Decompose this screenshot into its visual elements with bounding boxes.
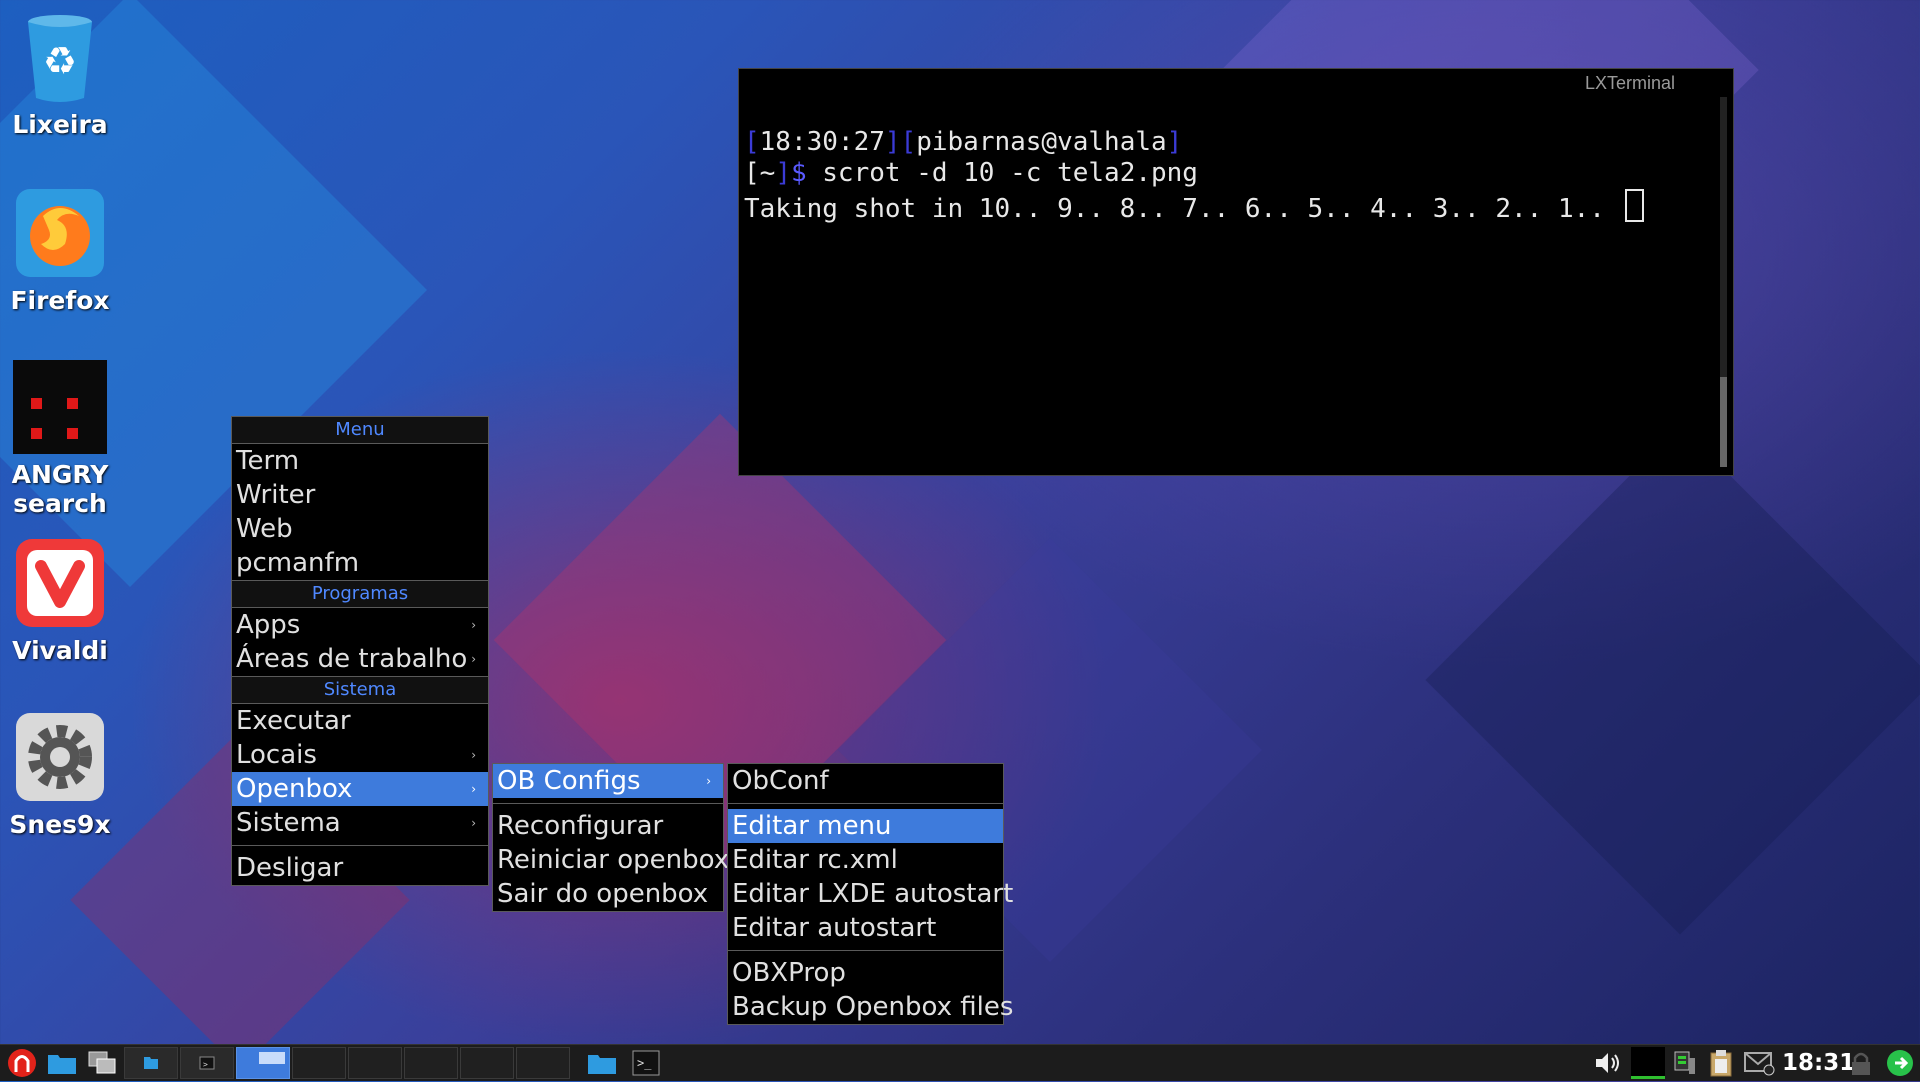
gear-icon	[13, 710, 107, 804]
workspace-5[interactable]	[348, 1047, 402, 1079]
vivaldi-icon	[13, 536, 107, 630]
folder-icon	[144, 1057, 158, 1069]
menu-item-backup-openbox[interactable]: Backup Openbox files	[728, 990, 1013, 1024]
workspace-3[interactable]	[236, 1047, 290, 1079]
prompt-symbol: $	[790, 158, 807, 188]
menu-item-writer[interactable]: Writer	[232, 478, 488, 512]
desktop-icon-label: Lixeira	[12, 110, 108, 139]
menu-item-openbox[interactable]: Openbox ›	[232, 772, 488, 806]
menu-separator	[493, 803, 723, 804]
prompt-user: pibarnas@valhala	[916, 127, 1167, 157]
workspace-8[interactable]	[516, 1047, 570, 1079]
workspace-2[interactable]: >	[180, 1047, 234, 1079]
terminal-cursor	[1624, 189, 1644, 222]
menu-item-workspaces[interactable]: Áreas de trabalho ›	[232, 642, 488, 676]
submenu-arrow-icon: ›	[706, 774, 711, 788]
task-terminal[interactable]: >_	[628, 1045, 664, 1081]
desktop-icon-vivaldi[interactable]: Vivaldi	[0, 536, 120, 665]
angrysearch-icon	[13, 360, 107, 454]
menu-separator	[728, 803, 1003, 804]
logout-icon[interactable]	[1884, 1045, 1916, 1081]
terminal-command: scrot -d 10 -c tela2.png	[806, 158, 1198, 188]
folder-icon	[588, 1055, 616, 1074]
menu-item-shutdown[interactable]: Desligar	[232, 851, 488, 885]
lock-icon[interactable]	[1846, 1045, 1876, 1081]
submenu-arrow-icon: ›	[471, 782, 476, 796]
clipboard-icon[interactable]	[1706, 1045, 1736, 1081]
menu-item-edit-lxde-autostart[interactable]: Editar LXDE autostart	[728, 877, 1013, 911]
submenu-arrow-icon: ›	[471, 652, 476, 666]
workspace-7[interactable]	[460, 1047, 514, 1079]
terminal-window[interactable]: LXTerminal [18:30:27][pibarnas@valhala] …	[738, 68, 1734, 476]
menu-item-restart-openbox[interactable]: Reiniciar openbox	[493, 843, 729, 877]
menu-item-apps[interactable]: Apps ›	[232, 608, 488, 642]
menu-separator	[232, 845, 488, 846]
menu-item-edit-rcxml[interactable]: Editar rc.xml	[728, 843, 1003, 877]
menu-item-reconfigure[interactable]: Reconfigurar	[493, 809, 723, 843]
desktop-icon-label: ANGRY search	[11, 460, 109, 518]
svg-text:>: >	[203, 1060, 208, 1069]
trash-icon: ♻	[13, 10, 107, 104]
file-manager-launcher[interactable]	[44, 1045, 80, 1081]
menu-item-obconf[interactable]: ObConf	[728, 764, 1003, 798]
menu-header-system: Sistema	[232, 676, 488, 704]
root-menu: Menu Term Writer Web pcmanfm Programas A…	[231, 416, 489, 886]
desktop-icon-snes9x[interactable]: Snes9x	[0, 710, 120, 839]
workspace-1[interactable]	[124, 1047, 178, 1079]
submenu-arrow-icon: ›	[471, 816, 476, 830]
menu-item-obxprop[interactable]: OBXProp	[728, 956, 1003, 990]
wallpaper-shape	[1425, 425, 1920, 935]
workspace-4[interactable]	[292, 1047, 346, 1079]
firefox-icon	[13, 186, 107, 280]
scrollbar-thumb[interactable]	[1720, 377, 1727, 467]
menu-item-term[interactable]: Term	[232, 444, 488, 478]
desktop-icon-label: Firefox	[10, 286, 110, 315]
menu-header-programs: Programas	[232, 580, 488, 608]
menu-item-pcmanfm[interactable]: pcmanfm	[232, 546, 488, 580]
terminal-scrollbar[interactable]	[1720, 97, 1727, 467]
mail-icon[interactable]	[1742, 1045, 1776, 1081]
clock[interactable]: 18:31	[1782, 1045, 1855, 1081]
folder-icon	[48, 1055, 76, 1074]
terminal-icon: >_	[632, 1050, 660, 1076]
menu-item-edit-autostart[interactable]: Editar autostart	[728, 911, 1003, 945]
submenu-arrow-icon: ›	[471, 618, 476, 632]
menu-item-web[interactable]: Web	[232, 512, 488, 546]
cpu-monitor[interactable]	[1630, 1045, 1666, 1081]
terminal-icon: >	[199, 1056, 215, 1070]
menu-item-places[interactable]: Locais ›	[232, 738, 488, 772]
submenu-arrow-icon: ›	[471, 748, 476, 762]
volume-icon[interactable]	[1592, 1045, 1626, 1081]
workspace-6[interactable]	[404, 1047, 458, 1079]
terminal-title: LXTerminal	[1584, 73, 1675, 93]
menu-item-system[interactable]: Sistema ›	[232, 806, 488, 840]
ob-configs-submenu: ObConf Editar menu Editar rc.xml Editar …	[727, 763, 1013, 1025]
network-icon[interactable]	[1670, 1045, 1700, 1081]
window-icon	[259, 1052, 285, 1064]
menu-item-run[interactable]: Executar	[232, 704, 488, 738]
menu-item-edit-menu[interactable]: Editar menu	[728, 809, 1003, 843]
desktop-icon-angrysearch[interactable]: ANGRY search	[0, 360, 120, 518]
show-desktop-button[interactable]	[84, 1045, 120, 1081]
taskbar: > >_ 18:31	[0, 1044, 1920, 1081]
menu-item-exit-openbox[interactable]: Sair do openbox	[493, 877, 723, 911]
desktop-icon-label: Snes9x	[9, 810, 111, 839]
terminal-command-output: Taking shot in 10.. 9.. 8.. 7.. 6.. 5.. …	[744, 194, 1621, 224]
prompt-dir: ~	[759, 158, 776, 188]
svg-text:>_: >_	[637, 1056, 652, 1070]
task-file-manager[interactable]	[584, 1045, 620, 1081]
desktop-icon-label: Vivaldi	[12, 636, 108, 665]
app-menu-icon	[8, 1049, 36, 1077]
menu-item-ob-configs[interactable]: OB Configs ›	[493, 764, 723, 798]
svg-text:♻: ♻	[43, 39, 77, 83]
terminal-output[interactable]: [18:30:27][pibarnas@valhala] [~]$ scrot …	[744, 127, 1644, 225]
menu-header: Menu	[232, 417, 488, 444]
desktop-icon-firefox[interactable]: Firefox	[0, 186, 120, 315]
desktop-icon-trash[interactable]: ♻ Lixeira	[0, 10, 120, 139]
openbox-submenu: OB Configs › Reconfigurar Reiniciar openb…	[492, 763, 729, 912]
start-menu-button[interactable]	[4, 1045, 40, 1081]
windows-icon	[88, 1051, 116, 1074]
menu-separator	[728, 950, 1003, 951]
prompt-time: 18:30:27	[759, 127, 885, 157]
